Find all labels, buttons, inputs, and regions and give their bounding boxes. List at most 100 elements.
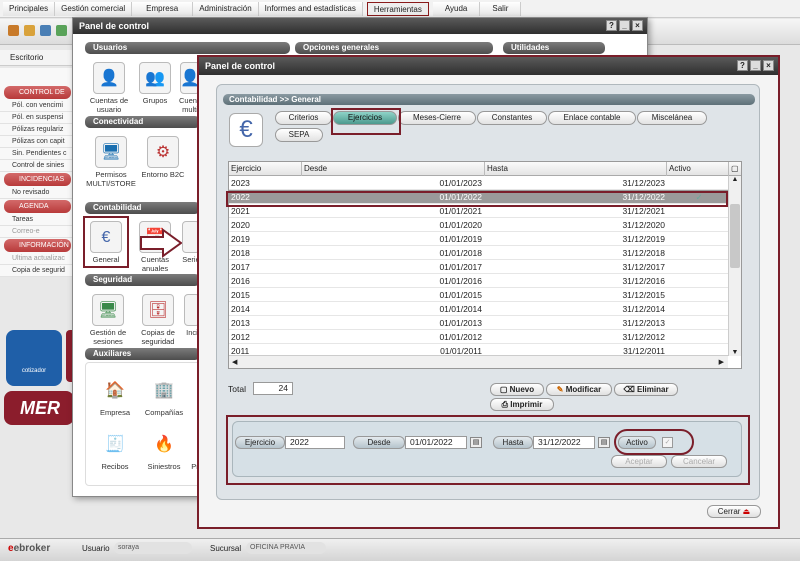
sidebar-item[interactable]: Pól. en suspensi xyxy=(0,112,75,124)
general-button[interactable]: € General xyxy=(85,221,127,264)
scroll-up-icon[interactable]: ▲ xyxy=(729,176,741,183)
horizontal-scrollbar[interactable]: ◀ ▶ xyxy=(229,355,728,368)
sidebar-item[interactable]: Ultima actualizac xyxy=(0,253,75,265)
cell-ejercicio: 2014 xyxy=(231,304,250,314)
menu-administracion[interactable]: Administración xyxy=(193,1,259,16)
table-row[interactable]: 2016 01/01/2016 31/12/2016 xyxy=(229,274,728,288)
menu-empresa[interactable]: Empresa xyxy=(132,1,194,16)
siniestros-button[interactable]: 🔥 Siniestros xyxy=(139,428,189,471)
table-row[interactable]: 2020 01/01/2020 31/12/2020 xyxy=(229,218,728,232)
users-icon[interactable] xyxy=(24,25,35,36)
cell-activo xyxy=(669,316,729,330)
section-seguridad: Seguridad xyxy=(85,274,200,286)
eliminar-button[interactable]: ⌫ Eliminar xyxy=(614,383,678,396)
companias-button[interactable]: 🏢 Compañías xyxy=(139,374,189,417)
menu-informes[interactable]: Informes and estadísticas xyxy=(258,1,363,16)
menu-salir[interactable]: Salir xyxy=(480,1,522,16)
tab-miscelanea[interactable]: Miscelánea xyxy=(637,111,707,125)
table-row[interactable]: 2014 01/01/2014 31/12/2014 xyxy=(229,302,728,316)
cerrar-label: Cerrar xyxy=(717,507,741,516)
hasta-calendar-icon[interactable]: ▤ xyxy=(598,437,610,448)
close-icon[interactable]: × xyxy=(632,20,643,31)
vertical-scrollbar[interactable]: ▲ ▼ xyxy=(728,176,741,356)
hasta-field[interactable]: 31/12/2022 xyxy=(533,436,595,449)
sidebar-header-informacion[interactable]: INFORMACIÓN xyxy=(4,239,71,252)
cotizador-tile[interactable]: cotizador xyxy=(6,330,62,386)
imprimir-button[interactable]: ⎙ Imprimir xyxy=(490,398,554,411)
menu-herramientas[interactable]: Herramientas xyxy=(366,1,429,16)
tab-sepa[interactable]: SEPA xyxy=(275,128,323,142)
close-icon[interactable]: × xyxy=(763,60,774,71)
empresa-button[interactable]: 🏠 Empresa xyxy=(91,374,139,417)
col-activo[interactable]: Activo xyxy=(667,162,729,176)
package-icon[interactable] xyxy=(8,25,19,36)
col-hasta[interactable]: Hasta xyxy=(485,162,667,176)
tab-criterios[interactable]: Criterios xyxy=(275,111,332,125)
scroll-down-icon[interactable]: ▼ xyxy=(729,349,741,356)
mer-label: MER xyxy=(20,398,60,418)
sidebar-item[interactable]: Sin. Pendientes c xyxy=(0,148,75,160)
col-ejercicio[interactable]: Ejercicio xyxy=(229,162,302,176)
menu-gestion-comercial[interactable]: Gestión comercial xyxy=(55,1,133,16)
sucursal-value: OFICINA PRAVIA xyxy=(246,542,326,554)
sidebar-header-control[interactable]: CONTROL DE C xyxy=(4,86,71,109)
escritorio-tab[interactable]: Escritorio xyxy=(0,50,75,66)
minimize-icon[interactable]: _ xyxy=(750,60,761,71)
table-row[interactable]: 2019 01/01/2019 31/12/2019 xyxy=(229,232,728,246)
entorno-b2c-button[interactable]: ⚙ Entorno B2C xyxy=(139,136,187,179)
monitor-icon: 🖥 xyxy=(95,136,127,168)
table-row[interactable]: 2018 01/01/2018 31/12/2018 xyxy=(229,246,728,260)
cell-desde: 01/01/2023 xyxy=(439,178,482,188)
sidebar-header-incidencias[interactable]: INCIDENCIAS DE xyxy=(4,173,71,196)
scroll-left-icon[interactable]: ◀ xyxy=(232,358,237,366)
recibos-button[interactable]: 🧾 Recibos xyxy=(91,428,139,471)
total-value: 24 xyxy=(253,382,293,395)
scroll-right-icon[interactable]: ▶ xyxy=(719,358,724,366)
gestion-sesiones-button[interactable]: 🖥 Gestión de sesiones xyxy=(85,294,131,346)
table-row[interactable]: 2015 01/01/2015 31/12/2015 xyxy=(229,288,728,302)
sidebar-item[interactable]: No revisado xyxy=(0,187,75,199)
new-icon: ▢ xyxy=(499,385,510,394)
cell-desde: 01/01/2013 xyxy=(439,318,482,328)
help-icon[interactable]: ? xyxy=(737,60,748,71)
cell-activo xyxy=(669,176,729,190)
cell-desde: 01/01/2020 xyxy=(439,220,482,230)
help-icon[interactable]: ? xyxy=(606,20,617,31)
table-row[interactable]: 2023 01/01/2023 31/12/2023 xyxy=(229,176,728,190)
tab-constantes[interactable]: Constantes xyxy=(477,111,547,125)
chart-icon[interactable] xyxy=(56,25,67,36)
ejercicio-field[interactable]: 2022 xyxy=(285,436,345,449)
sidebar-item[interactable]: Pólizas regulariz xyxy=(0,124,75,136)
column-chooser-icon[interactable]: ▢ xyxy=(729,162,741,176)
desde-calendar-icon[interactable]: ▤ xyxy=(470,437,482,448)
scroll-thumb[interactable] xyxy=(730,204,740,268)
sidebar-item[interactable]: Tareas xyxy=(0,214,75,226)
nuevo-button[interactable]: ▢ Nuevo xyxy=(490,383,544,396)
sidebar-item[interactable]: Pól. con vencimi xyxy=(0,100,75,112)
cancelar-button[interactable]: Cancelar xyxy=(671,455,727,468)
sidebar-header-agenda[interactable]: AGENDA xyxy=(4,200,71,213)
sidebar-item[interactable]: Copia de segurid xyxy=(0,265,75,277)
cerrar-button[interactable]: Cerrar ⏏ xyxy=(707,505,761,518)
tab-meses-cierre[interactable]: Meses-Cierre xyxy=(398,111,476,125)
permisos-button[interactable]: 🖥 Permisos MULTI/STORE xyxy=(83,136,139,188)
people-icon[interactable] xyxy=(40,25,51,36)
copias-seguridad-button[interactable]: 🗄 Copias de seguridad xyxy=(135,294,181,346)
minimize-icon[interactable]: _ xyxy=(619,20,630,31)
tab-enlace-contable[interactable]: Enlace contable xyxy=(548,111,636,125)
cuentas-usuario-button[interactable]: 👤 Cuentas de usuario xyxy=(85,62,133,114)
sidebar-item[interactable]: Control de sinies xyxy=(0,160,75,172)
menu-principales[interactable]: Principales xyxy=(3,1,56,16)
table-row[interactable]: 2017 01/01/2017 31/12/2017 xyxy=(229,260,728,274)
aceptar-button[interactable]: Aceptar xyxy=(611,455,667,468)
table-row[interactable]: 2013 01/01/2013 31/12/2013 xyxy=(229,316,728,330)
grupos-button[interactable]: 👥 Grupos xyxy=(135,62,175,105)
mer-banner[interactable]: MER xyxy=(4,391,74,425)
col-desde[interactable]: Desde xyxy=(302,162,485,176)
menu-ayuda[interactable]: Ayuda xyxy=(432,1,481,16)
table-row[interactable]: 2012 01/01/2012 31/12/2012 xyxy=(229,330,728,344)
sidebar-item[interactable]: Pólizas con capit xyxy=(0,136,75,148)
modificar-button[interactable]: ✎ Modificar xyxy=(546,383,612,396)
sidebar-item[interactable]: Correo-e xyxy=(0,226,75,238)
desde-field[interactable]: 01/01/2022 xyxy=(405,436,467,449)
